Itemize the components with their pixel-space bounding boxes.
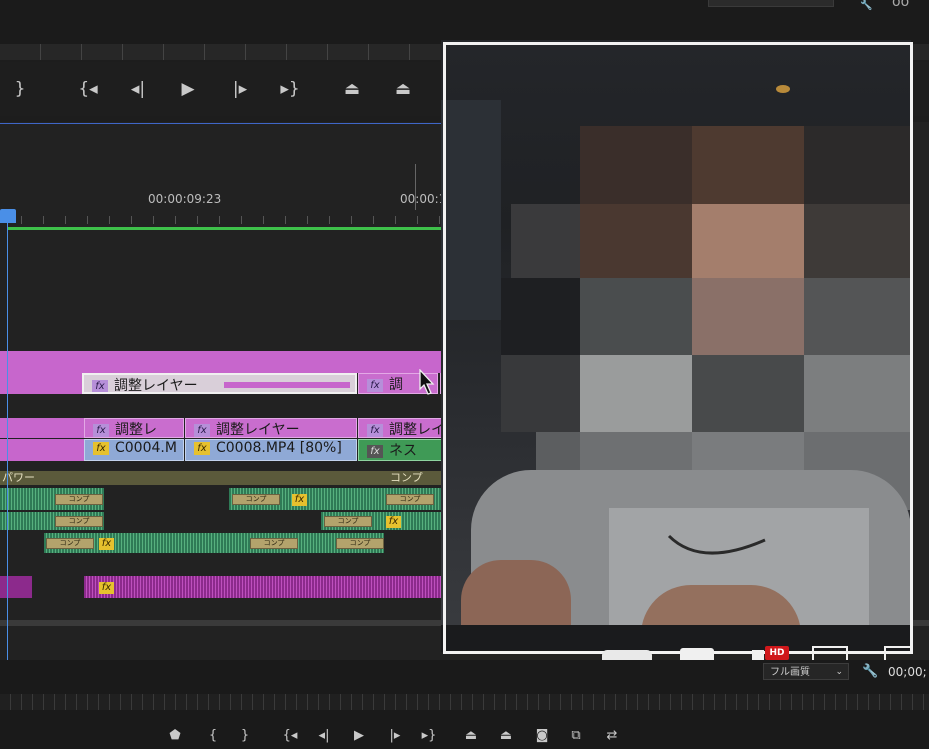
- audio-effect-tag: コンプ: [386, 494, 434, 505]
- program-timecode: 00;00;: [888, 665, 927, 679]
- clip[interactable]: [0, 418, 84, 438]
- top-dropdown[interactable]: [708, 0, 834, 7]
- fx-badge: fx: [92, 379, 108, 392]
- fx-badge: fx: [194, 423, 210, 437]
- fx-badge: fx: [386, 516, 401, 528]
- fullscreen-icon[interactable]: [884, 646, 910, 660]
- playhead-handle[interactable]: [0, 209, 16, 223]
- audio-effect-tag: コンプ: [232, 494, 280, 505]
- hd-badge: HD: [765, 646, 789, 660]
- step-back-icon[interactable]: ◂|: [313, 728, 335, 743]
- add-marker-icon[interactable]: ⬟: [164, 728, 186, 743]
- extract-icon[interactable]: ⏏: [495, 728, 517, 743]
- timeline-ruler[interactable]: [0, 216, 462, 224]
- chevron-down-icon: ⌄: [835, 667, 843, 677]
- clip-progress: [224, 382, 350, 388]
- export-frame-icon[interactable]: ◙: [531, 728, 553, 743]
- video-clip[interactable]: fx C0004.M: [84, 439, 184, 461]
- extract-icon[interactable]: ⏏: [389, 79, 417, 99]
- audio-effect-tag: コンプ: [336, 538, 384, 549]
- pause-icon[interactable]: [602, 650, 652, 660]
- audio-clip[interactable]: [44, 533, 384, 553]
- play-icon[interactable]: ▶: [348, 728, 370, 743]
- audio-effect-tag: コンプ: [324, 516, 372, 527]
- compare-icon[interactable]: ⧉: [565, 728, 587, 743]
- fx-badge: fx: [367, 444, 383, 458]
- clip-label: 調整レイヤー: [114, 378, 198, 394]
- fx-badge: fx: [93, 423, 109, 437]
- fx-badge: fx: [99, 538, 114, 550]
- video-clip[interactable]: fx C0008.MP4 [80%]: [185, 439, 357, 461]
- audio-clip[interactable]: [0, 576, 32, 598]
- playback-quality-select[interactable]: フル画質 ⌄: [763, 663, 849, 680]
- go-to-out-icon[interactable]: ▸}: [276, 79, 304, 99]
- clip[interactable]: fx 調整レ: [84, 418, 184, 438]
- toggle-proxy-icon[interactable]: ⇄: [601, 728, 623, 743]
- fx-badge: fx: [194, 441, 210, 455]
- clip-label: C0008.MP4 [80%]: [216, 440, 342, 456]
- settings-icon[interactable]: [752, 650, 764, 660]
- lift-icon[interactable]: ⏏: [460, 728, 482, 743]
- wrench-icon[interactable]: 🔧: [862, 664, 878, 679]
- quality-value: フル画質: [770, 667, 810, 678]
- top-wrench-icon[interactable]: 🔧: [860, 0, 872, 11]
- mark-out-icon[interactable]: }: [234, 728, 256, 743]
- go-to-in-icon[interactable]: {◂: [279, 728, 301, 743]
- clip-selected[interactable]: fx 調整レイヤー: [82, 373, 357, 394]
- timeline-top-border: [0, 123, 462, 124]
- subtitles-icon[interactable]: [680, 648, 714, 660]
- audio-effect-tag: コンプ: [46, 538, 94, 549]
- clip[interactable]: fx 調整レイヤー: [185, 418, 357, 438]
- audio-effect-tag: コンプ: [250, 538, 298, 549]
- fx-badge: fx: [93, 441, 109, 455]
- go-to-in-icon[interactable]: {◂: [74, 79, 102, 99]
- audio-label: コンプ: [390, 471, 423, 484]
- adjustment-layer-bar[interactable]: [0, 351, 462, 373]
- audio-clip[interactable]: [84, 576, 462, 598]
- audio-effect-tag: コンプ: [55, 516, 103, 527]
- fx-badge: fx: [367, 423, 383, 437]
- fx-badge: fx: [99, 582, 114, 594]
- clip-label: 調整レイ: [389, 422, 445, 438]
- mark-in-icon[interactable]: {: [202, 728, 224, 743]
- clip-label: ネス: [389, 443, 417, 459]
- fx-badge: fx: [367, 378, 383, 392]
- step-back-icon[interactable]: ◂|: [124, 79, 152, 99]
- playhead-line[interactable]: [7, 222, 8, 660]
- fx-badge: fx: [292, 494, 307, 506]
- play-icon[interactable]: ▶: [174, 79, 202, 99]
- clip[interactable]: [0, 439, 84, 461]
- step-forward-icon[interactable]: |▸: [384, 728, 406, 743]
- lift-icon[interactable]: ⏏: [338, 79, 366, 99]
- work-area-bar[interactable]: [8, 227, 462, 230]
- clip-label: 調整レイヤー: [216, 422, 300, 438]
- step-forward-icon[interactable]: |▸: [226, 79, 254, 99]
- clip-label: 調整レ: [115, 422, 157, 438]
- clip-label: C0004.M: [115, 440, 177, 456]
- clip[interactable]: [0, 373, 82, 394]
- mark-out-icon[interactable]: }: [6, 79, 34, 99]
- audio-effect-tag: コンプ: [55, 494, 103, 505]
- nested-clip[interactable]: fx ネス: [358, 439, 442, 461]
- miniplayer-icon[interactable]: [812, 646, 848, 660]
- ruler-timecode-1: 00:00:09:23: [148, 192, 222, 206]
- mouse-cursor-icon: [419, 369, 435, 395]
- clip-label: 調: [389, 377, 403, 393]
- audio-track-label-bar[interactable]: パワー コンプ: [0, 471, 462, 485]
- top-timecode-fragment: oo: [892, 0, 910, 10]
- audio-label: パワー: [2, 471, 35, 484]
- program-ruler[interactable]: [0, 694, 929, 710]
- go-to-out-icon[interactable]: ▸}: [418, 728, 440, 743]
- video-frame-border: [443, 42, 913, 654]
